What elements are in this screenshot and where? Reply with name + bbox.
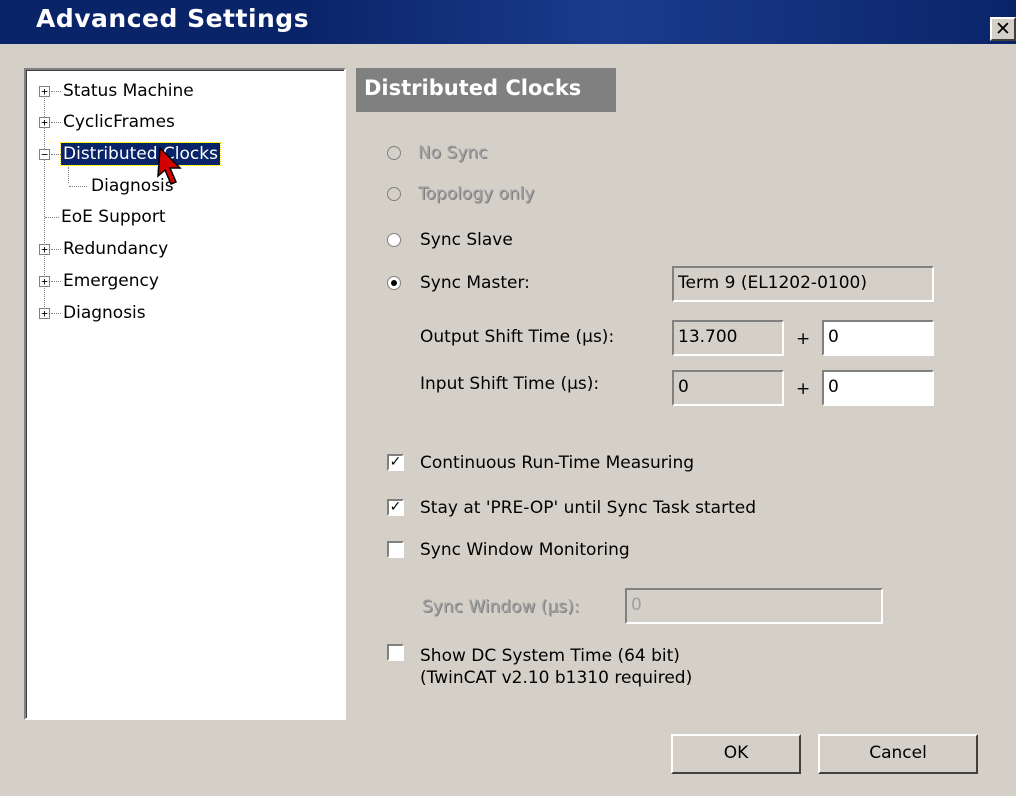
tree-item-label: Emergency [63, 271, 159, 291]
mouse-cursor-icon [157, 146, 182, 185]
close-button[interactable]: ✕ [990, 17, 1016, 41]
tree-item-eoe-support[interactable]: EoE Support [27, 206, 327, 228]
input-shift-add-input[interactable]: 0 [822, 370, 934, 406]
expand-icon[interactable]: + [39, 117, 50, 128]
tree-branch-line [51, 91, 61, 92]
window-title: Advanced Settings [36, 4, 310, 33]
tree-inner: + Status Machine + CyclicFrames − Distri… [26, 70, 344, 718]
checkbox-stay-preop[interactable]: ✓ [387, 499, 404, 516]
output-shift-plus: + [796, 329, 811, 349]
tree-item-label: Status Machine [63, 81, 194, 101]
radio-sync-slave[interactable] [387, 233, 401, 247]
tree-item-diagnosis[interactable]: + Diagnosis [27, 302, 327, 324]
tree-item-cyclic-frames[interactable]: + CyclicFrames [27, 111, 327, 133]
tree-item-emergency[interactable]: + Emergency [27, 270, 327, 292]
tree-branch-line [51, 249, 61, 250]
sync-window-field: 0 [625, 588, 883, 624]
tree-item-label: Distributed Clocks [60, 142, 221, 166]
expand-icon[interactable]: + [39, 86, 50, 97]
tree-item-label: Diagnosis [63, 303, 146, 323]
input-shift-plus: + [796, 379, 811, 399]
expand-icon[interactable]: + [39, 244, 50, 255]
sync-window-label: Sync Window Monitoring [420, 540, 630, 560]
show-dc-time-note: (TwinCAT v2.10 b1310 required) [420, 668, 693, 688]
tree-item-label: CyclicFrames [63, 112, 175, 132]
tree-item-redundancy[interactable]: + Redundancy [27, 238, 327, 260]
settings-tree[interactable]: + Status Machine + CyclicFrames − Distri… [24, 68, 346, 720]
checkbox-show-dc-time[interactable] [387, 644, 404, 661]
tree-branch-line [69, 186, 87, 187]
radio-sync-slave-label: Sync Slave [420, 230, 513, 250]
checkbox-continuous-measuring[interactable]: ✓ [387, 454, 404, 471]
checkbox-sync-window[interactable] [387, 541, 404, 558]
expand-icon[interactable]: + [39, 276, 50, 287]
close-icon: ✕ [995, 18, 1011, 40]
radio-no-sync[interactable] [387, 146, 401, 160]
stay-preop-label: Stay at 'PRE-OP' until Sync Task started [420, 498, 756, 518]
radio-sync-master[interactable] [387, 276, 401, 290]
tree-branch-line [51, 122, 61, 123]
radio-topology-only[interactable] [387, 187, 401, 201]
radio-topology-only-label: Topology only [418, 184, 535, 204]
tree-item-label: Redundancy [63, 239, 169, 259]
sync-window-us-label: Sync Window (µs): [422, 597, 580, 617]
output-shift-label: Output Shift Time (µs): [420, 327, 615, 347]
tree-branch-line [51, 281, 61, 282]
cancel-button[interactable]: Cancel [818, 734, 978, 774]
tree-item-label: EoE Support [61, 207, 166, 227]
output-shift-add-input[interactable]: 0 [822, 320, 934, 356]
output-shift-field: 13.700 [672, 320, 784, 356]
panel-title: Distributed Clocks [356, 68, 616, 112]
show-dc-time-label: Show DC System Time (64 bit) [420, 646, 680, 666]
tree-branch-line [51, 154, 61, 155]
tree-item-status-machine[interactable]: + Status Machine [27, 80, 327, 102]
tree-branch-line [45, 217, 59, 218]
title-bar: Advanced Settings ✕ [0, 0, 1016, 44]
input-shift-field: 0 [672, 370, 784, 406]
radio-no-sync-label: No Sync [418, 143, 488, 163]
sync-master-field: Term 9 (EL1202-0100) [672, 266, 934, 302]
radio-sync-master-label: Sync Master: [420, 273, 530, 293]
collapse-icon[interactable]: − [39, 149, 50, 160]
tree-branch-line [51, 313, 61, 314]
expand-icon[interactable]: + [39, 308, 50, 319]
ok-button[interactable]: OK [671, 734, 801, 774]
input-shift-label: Input Shift Time (µs): [420, 374, 600, 394]
continuous-measuring-label: Continuous Run-Time Measuring [420, 453, 695, 473]
